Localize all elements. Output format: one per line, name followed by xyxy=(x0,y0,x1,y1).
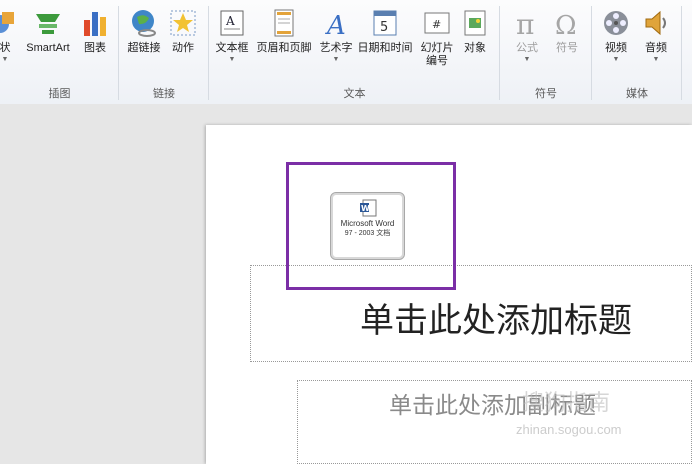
dropdown-arrow-icon: ▼ xyxy=(523,56,531,63)
action-star-icon xyxy=(168,8,198,38)
chart-icon xyxy=(80,8,110,38)
equation-button[interactable]: π 公式 ▼ xyxy=(512,8,542,63)
pi-icon: π xyxy=(512,8,542,41)
audio-button[interactable]: 音频 ▼ xyxy=(641,8,671,63)
video-button[interactable]: 视频 ▼ xyxy=(601,8,631,63)
title-placeholder-text: 单击此处添加标题 xyxy=(360,301,632,341)
speaker-icon xyxy=(641,8,671,38)
object-icon xyxy=(460,8,490,38)
group-label-text: 文本 xyxy=(343,88,366,100)
group-label-illustrations: 插图 xyxy=(48,88,71,100)
wordart-icon: A xyxy=(321,8,351,41)
svg-text:π: π xyxy=(516,8,534,38)
header-footer-button[interactable]: 页眉和页脚 xyxy=(254,8,314,55)
dropdown-arrow-icon: ▼ xyxy=(652,56,660,63)
dropdown-arrow-icon: ▼ xyxy=(228,56,236,63)
datetime-button[interactable]: 5 日期和时间 xyxy=(355,8,415,55)
slide-number-icon: # xyxy=(422,8,452,38)
header-footer-icon xyxy=(269,8,299,38)
ribbon: 状 ▼ SmartArt 图表 插图 超链接 动作 链接 A 文本框 ▼ 页眉和… xyxy=(0,0,692,105)
textbox-button[interactable]: A 文本框 ▼ xyxy=(214,8,250,63)
object-button[interactable]: 对象 xyxy=(460,8,490,55)
svg-text:A: A xyxy=(325,11,346,38)
shapes-button[interactable]: 状 ▼ xyxy=(0,8,20,63)
svg-text:A: A xyxy=(225,14,235,28)
slide-number-button[interactable]: # 幻灯片 编号 xyxy=(418,8,456,68)
group-media: 视频 ▼ 音频 ▼ 媒体 xyxy=(592,0,682,104)
svg-text:Ω: Ω xyxy=(555,11,577,38)
dropdown-arrow-icon: ▼ xyxy=(612,56,620,63)
dropdown-arrow-icon: ▼ xyxy=(1,56,9,63)
highlight-rectangle xyxy=(286,162,456,290)
smartart-icon xyxy=(33,8,63,38)
svg-text:#: # xyxy=(432,18,441,31)
symbol-button[interactable]: Ω 符号 xyxy=(552,8,582,55)
group-label-symbols: 符号 xyxy=(535,88,557,100)
action-button[interactable]: 动作 xyxy=(168,8,198,55)
group-text: A 文本框 ▼ 页眉和页脚 A 艺术字 ▼ 5 日期和时间 # 幻灯片 编号 对… xyxy=(209,0,500,104)
chart-button[interactable]: 图表 xyxy=(80,8,110,55)
hyperlink-button[interactable]: 超链接 xyxy=(125,8,163,55)
group-links: 超链接 动作 链接 xyxy=(119,0,209,104)
shapes-icon xyxy=(0,8,20,38)
group-illustrations: 状 ▼ SmartArt 图表 插图 xyxy=(0,0,119,104)
group-symbols: π 公式 ▼ Ω 符号 符号 xyxy=(500,0,592,104)
omega-icon: Ω xyxy=(552,8,582,41)
smartart-button[interactable]: SmartArt xyxy=(22,8,74,55)
globe-link-icon xyxy=(129,8,159,38)
wordart-button[interactable]: A 艺术字 ▼ xyxy=(316,8,356,63)
group-label-media: 媒体 xyxy=(626,88,648,100)
dropdown-arrow-icon: ▼ xyxy=(332,56,340,63)
textbox-icon: A xyxy=(217,8,247,38)
watermark-url: zhinan.sogou.com xyxy=(516,422,622,437)
watermark-text: 搜狗指南 xyxy=(522,391,611,416)
film-reel-icon xyxy=(601,8,631,38)
group-label-links: 链接 xyxy=(153,88,175,100)
calendar-icon: 5 xyxy=(370,8,400,38)
svg-text:5: 5 xyxy=(380,20,388,35)
